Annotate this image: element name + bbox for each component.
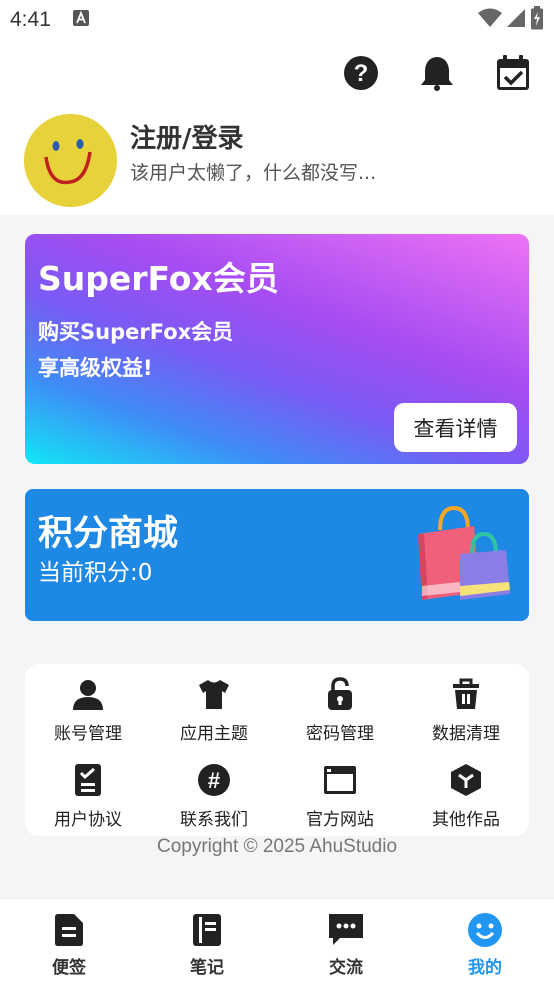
grid-label: 密码管理 [306,724,374,744]
shirt-icon [196,676,232,712]
points-mall-card[interactable]: 积分商城 当前积分:0 [25,489,529,621]
note-icon [50,911,88,949]
vip-desc-line2: 享高级权益! [38,356,153,380]
grid-item-password[interactable]: 密码管理 [280,664,400,744]
grid-label: 应用主题 [180,724,248,744]
vip-membership-card[interactable]: SuperFox会员 购买SuperFox会员 享高级权益! 查看详情 [25,234,529,464]
feature-grid: 账号管理 应用主题 密码管理 数据清理 用户协议 # 联系我们 官方网站 其他作… [25,664,529,836]
wifi-icon [478,8,502,32]
nav-label: 便签 [52,958,86,978]
help-icon[interactable]: ? [342,54,380,92]
a-notification-icon [72,10,89,30]
browser-icon [322,762,358,798]
grid-item-other-works[interactable]: 其他作品 [406,750,526,830]
status-left: 4:41 [10,8,89,32]
shopping-bags-icon [418,506,510,600]
status-right [478,6,544,34]
battery-charging-icon [530,6,544,34]
nav-item-chat[interactable]: 交流 [301,911,391,981]
grid-label: 数据清理 [432,724,500,744]
grid-label: 用户协议 [54,810,122,830]
smiley-avatar-icon [24,114,117,207]
smile-icon [466,911,504,949]
current-points: 当前积分:0 [38,560,153,586]
grid-item-theme[interactable]: 应用主题 [154,664,274,744]
nav-label: 我的 [468,958,502,978]
grid-item-clear-data[interactable]: 数据清理 [406,664,526,744]
checklist-icon [70,762,106,798]
nav-item-notebook[interactable]: 笔记 [162,911,252,981]
trash-icon [448,676,484,712]
vip-title: SuperFox会员 [38,259,279,298]
svg-text:?: ? [354,60,369,87]
user-icon [70,676,106,712]
grid-item-user-agreement[interactable]: 用户协议 [28,750,148,830]
grid-label: 官方网站 [306,810,374,830]
nav-item-notes[interactable]: 便签 [24,911,114,981]
avatar[interactable] [24,114,117,207]
lock-icon [322,676,358,712]
bottom-nav: 便签 笔记 交流 我的 [0,898,554,985]
points-mall-title: 积分商城 [38,514,179,554]
vip-desc-line1: 购买SuperFox会员 [38,320,234,344]
status-bar: 4:41 [0,0,554,40]
nav-label: 笔记 [190,958,224,978]
copyright: Copyright © 2025 AhuStudio [156,836,398,857]
status-time: 4:41 [10,8,51,31]
signal-icon [506,8,526,32]
grid-label: 其他作品 [432,810,500,830]
hash-icon: # [196,762,232,798]
grid-item-account[interactable]: 账号管理 [28,664,148,744]
calendar-check-icon[interactable] [494,54,532,92]
grid-label: 联系我们 [180,810,248,830]
nav-item-mine[interactable]: 我的 [440,911,530,981]
notebook-icon [188,911,226,949]
box-icon [448,762,484,798]
grid-label: 账号管理 [54,724,122,744]
chat-icon [327,911,365,949]
user-bio: 该用户太懒了，什么都没写... [130,162,377,184]
nav-label: 交流 [329,958,363,978]
svg-text:#: # [208,768,220,793]
grid-item-website[interactable]: 官方网站 [280,750,400,830]
grid-item-contact[interactable]: # 联系我们 [154,750,274,830]
bell-icon[interactable] [418,54,456,92]
vip-description: 购买SuperFox会员 享高级权益! [38,314,233,386]
view-details-button[interactable]: 查看详情 [394,403,517,452]
login-register-link[interactable]: 注册/登录 [130,118,244,155]
header-actions: ? [342,54,532,92]
